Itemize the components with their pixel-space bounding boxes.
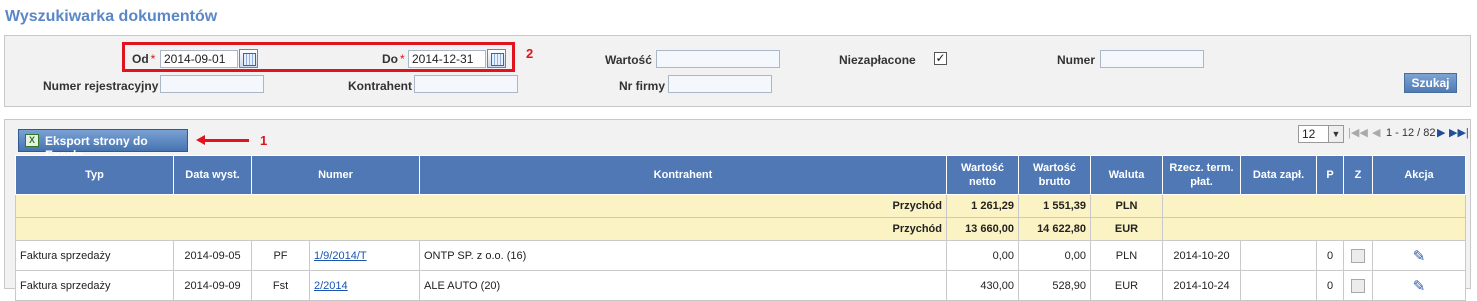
documents-table: Typ Data wyst. Numer Kontrahent Wartość … [15, 155, 1466, 301]
cell-z [1343, 240, 1373, 271]
page-size-select[interactable]: 12 ▼ [1298, 125, 1344, 143]
col-data-zapl[interactable]: Data zapł. [1240, 155, 1317, 195]
nr-firmy-label: Nr firmy [619, 79, 666, 93]
cell-akcja: ✎ [1372, 240, 1466, 271]
cell-brutto: 528,90 [1018, 270, 1091, 301]
summary-waluta: EUR [1090, 217, 1163, 241]
table-row: Faktura sprzedaży 2014-09-05 PF 1/9/2014… [15, 240, 1466, 271]
cell-kontrahent: ALE AUTO (20) [419, 270, 947, 301]
excel-icon: X [25, 134, 39, 147]
document-number-link[interactable]: 1/9/2014/T [314, 250, 367, 262]
cell-p: 0 [1316, 270, 1344, 301]
summary-brutto: 14 622,80 [1018, 217, 1091, 241]
annotation-1: 1 [260, 133, 268, 148]
summary-netto: 13 660,00 [946, 217, 1019, 241]
annotation-arrow [203, 139, 249, 142]
niezaplacone-checkbox[interactable]: ✓ [934, 52, 947, 65]
summary-brutto: 1 551,39 [1018, 194, 1091, 218]
next-page-icon[interactable]: ▶ [1437, 126, 1445, 139]
numer-rejestracyjny-input[interactable] [160, 75, 264, 93]
z-checkbox[interactable] [1351, 278, 1365, 293]
col-rzecz-term[interactable]: Rzecz. term. płat. [1162, 155, 1241, 195]
search-button[interactable]: Szukaj [1404, 73, 1457, 93]
col-kontrahent[interactable]: Kontrahent [419, 155, 947, 195]
col-numer[interactable]: Numer [251, 155, 420, 195]
summary-empty [1162, 217, 1466, 241]
summary-label: Przychód [15, 217, 947, 241]
first-page-icon[interactable]: |◀◀ [1348, 126, 1368, 139]
cell-kontrahent: ONTP SP. z o.o. (16) [419, 240, 947, 271]
summary-netto: 1 261,29 [946, 194, 1019, 218]
table-row: Faktura sprzedaży 2014-09-09 Fst 2/2014 … [15, 270, 1466, 301]
cell-data: 2014-09-09 [173, 270, 252, 301]
cell-numer: 2/2014 [309, 270, 420, 301]
cell-netto: 0,00 [946, 240, 1019, 271]
col-wartosc-netto[interactable]: Wartość netto [946, 155, 1019, 195]
cell-prefix: Fst [251, 270, 310, 301]
cell-data: 2014-09-05 [173, 240, 252, 271]
last-page-icon[interactable]: ▶▶| [1449, 126, 1469, 139]
edit-icon[interactable]: ✎ [1413, 248, 1426, 265]
cell-akcja: ✎ [1372, 270, 1466, 301]
numer-rejestracyjny-label: Numer rejestracyjny [43, 79, 159, 93]
cell-termin: 2014-10-24 [1162, 270, 1241, 301]
summary-label: Przychód [15, 194, 947, 218]
niezaplacone-label: Niezapłacone [839, 53, 916, 67]
wartosc-input[interactable] [656, 50, 780, 68]
summary-waluta: PLN [1090, 194, 1163, 218]
col-data-wyst[interactable]: Data wyst. [173, 155, 252, 195]
cell-netto: 430,00 [946, 270, 1019, 301]
cell-brutto: 0,00 [1018, 240, 1091, 271]
chevron-down-icon: ▼ [1328, 126, 1343, 142]
cell-termin: 2014-10-20 [1162, 240, 1241, 271]
cell-waluta: PLN [1090, 240, 1163, 271]
col-p[interactable]: P [1316, 155, 1344, 195]
col-akcja: Akcja [1372, 155, 1466, 195]
date-range-highlight [122, 42, 515, 72]
cell-waluta: EUR [1090, 270, 1163, 301]
page-title: Wyszukiwarka dokumentów [5, 8, 218, 25]
col-z[interactable]: Z [1343, 155, 1373, 195]
export-excel-button[interactable]: X Eksport strony do Excela [18, 129, 188, 162]
cell-data-zapl [1240, 240, 1317, 271]
nr-firmy-input[interactable] [668, 75, 772, 93]
col-wartosc-brutto[interactable]: Wartość brutto [1018, 155, 1091, 195]
summary-empty [1162, 194, 1466, 218]
numer-label: Numer [1057, 53, 1096, 67]
z-checkbox[interactable] [1351, 248, 1365, 263]
cell-z [1343, 270, 1373, 301]
cell-typ: Faktura sprzedaży [15, 240, 174, 271]
summary-row: Przychód 1 261,29 1 551,39 PLN [15, 194, 1466, 218]
wartosc-label: Wartość [605, 53, 652, 67]
cell-data-zapl [1240, 270, 1317, 301]
annotation-2: 2 [526, 46, 534, 61]
summary-row: Przychód 13 660,00 14 622,80 EUR [15, 217, 1466, 241]
cell-numer: 1/9/2014/T [309, 240, 420, 271]
pager-info: 1 - 12 / 82 [1386, 127, 1436, 139]
cell-typ: Faktura sprzedaży [15, 270, 174, 301]
col-waluta[interactable]: Waluta [1090, 155, 1163, 195]
table-header-row: Typ Data wyst. Numer Kontrahent Wartość … [15, 155, 1466, 195]
edit-icon[interactable]: ✎ [1413, 278, 1426, 295]
cell-prefix: PF [251, 240, 310, 271]
col-typ[interactable]: Typ [15, 155, 174, 195]
kontrahent-input[interactable] [414, 75, 518, 93]
kontrahent-label: Kontrahent [348, 79, 412, 93]
document-number-link[interactable]: 2/2014 [314, 280, 348, 292]
numer-input[interactable] [1100, 50, 1204, 68]
cell-p: 0 [1316, 240, 1344, 271]
prev-page-icon[interactable]: ◀ [1372, 126, 1380, 139]
